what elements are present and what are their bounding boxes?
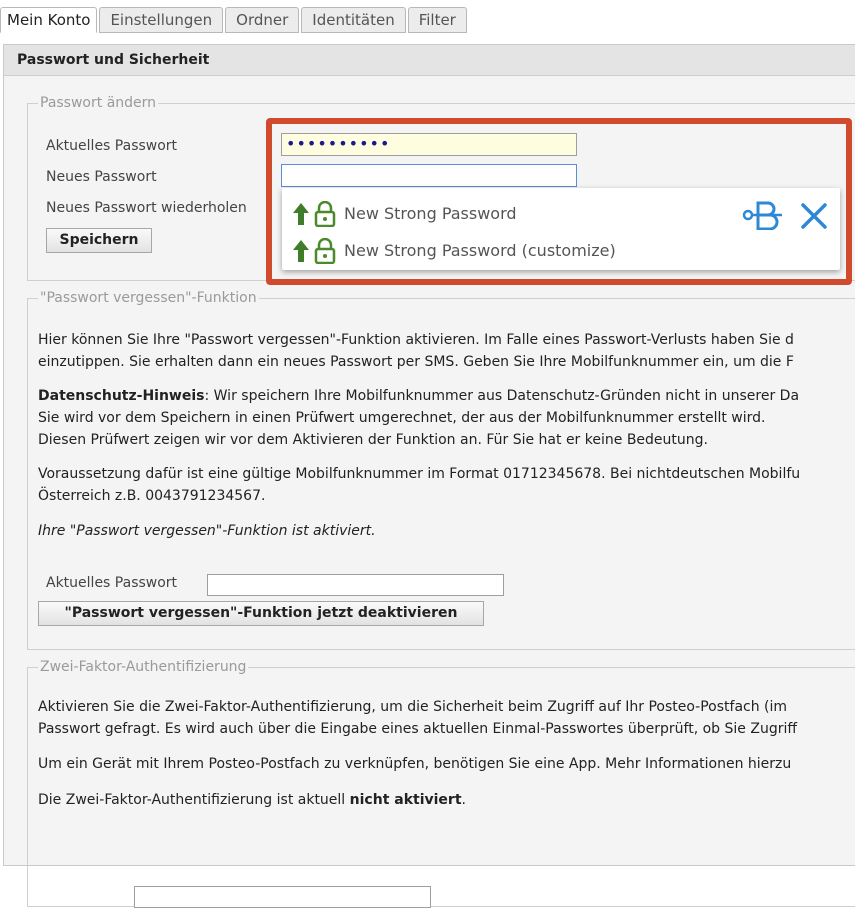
two-factor-intro-line1: Aktivieren Sie die Zwei-Faktor-Authentif… <box>38 699 788 715</box>
deactivate-forgot-rest: -Funktion jetzt deaktivieren <box>237 605 458 621</box>
forgot-intro-line1: Hier können Sie Ihre "Passwort vergessen… <box>38 332 794 348</box>
forgot-status-text: Ihre "Passwort vergessen"-Funktion ist a… <box>38 523 376 539</box>
suggest-strong-password-customize[interactable]: New Strong Password (customize) <box>282 232 722 269</box>
current-password-label: Aktuelles Passwort <box>46 138 178 154</box>
forgot-intro-line2: einzutippen. Sie erhalten dann ein neues… <box>38 354 794 370</box>
two-factor-status-value: nicht aktiviert <box>349 792 462 808</box>
forgot-current-password-input[interactable] <box>207 574 504 596</box>
tab-ordner[interactable]: Ordner <box>225 7 300 33</box>
repeat-password-label: Neues Passwort wiederholen <box>46 200 247 216</box>
privacy-note-text: : Wir speichern Ihre Mobilfunknummer aus… <box>204 388 800 404</box>
suggest-strong-password[interactable]: New Strong Password <box>282 195 722 232</box>
close-icon[interactable] <box>800 202 828 234</box>
forgot-password-legend: "Passwort vergessen"-Funktion <box>38 289 259 307</box>
new-password-label: Neues Passwort <box>46 169 157 185</box>
arrow-up-icon <box>292 239 310 263</box>
two-factor-status: Die Zwei-Faktor-Authentifizierung ist ak… <box>38 789 855 811</box>
tab-identitaeten[interactable]: Identitäten <box>301 7 406 33</box>
password-manager-logo-icon[interactable] <box>742 200 784 234</box>
arrow-up-icon <box>292 202 310 226</box>
two-factor-partial-field[interactable] <box>134 886 431 908</box>
privacy-note-title: Datenschutz-Hinweis <box>38 388 205 404</box>
lock-icon <box>314 200 336 227</box>
password-manager-popup: New Strong Password New Strong Password … <box>282 188 840 270</box>
tab-bar: Mein Konto Einstellungen Ordner Identitä… <box>0 7 469 33</box>
suggest-strong-password-customize-label: New Strong Password (customize) <box>344 241 616 260</box>
two-factor-intro-line2: Passwort gefragt. Es wird auch über die … <box>38 721 798 737</box>
privacy-note-line1: Datenschutz-Hinweis: Wir speichern Ihre … <box>38 385 855 407</box>
suggest-strong-password-label: New Strong Password <box>344 204 517 223</box>
requirement-line2: Österreich z.B. 0043791234567. <box>38 488 266 504</box>
requirement-line1: Voraussetzung dafür ist eine gültige Mob… <box>38 466 801 482</box>
tab-filter[interactable]: Filter <box>407 7 467 33</box>
tab-mein-konto[interactable]: Mein Konto <box>0 7 98 33</box>
save-button[interactable]: Speichern <box>46 228 152 253</box>
two-factor-status-post: . <box>461 792 466 808</box>
two-factor-status-pre: Die Zwei-Faktor-Authentifizierung ist ak… <box>38 792 350 808</box>
lock-icon <box>314 237 336 264</box>
privacy-note-line2: Sie wird vor dem Speichern in einen Prüf… <box>38 410 766 426</box>
forgot-current-password-label: Aktuelles Passwort <box>46 575 178 591</box>
change-password-legend: Passwort ändern <box>38 94 159 112</box>
two-factor-fieldset: Zwei-Faktor-Authentifizierung Aktivieren… <box>27 658 855 908</box>
privacy-note-line3: Diesen Prüfwert zeigen wir vor dem Aktiv… <box>38 432 708 448</box>
deactivate-forgot-button[interactable]: "Passwort vergessen"-Funktion jetzt deak… <box>38 601 484 626</box>
two-factor-legend: Zwei-Faktor-Authentifizierung <box>38 658 249 676</box>
forgot-password-fieldset: "Passwort vergessen"-Funktion Hier könne… <box>27 289 855 650</box>
deactivate-forgot-bold: "Passwort vergessen" <box>64 605 238 621</box>
tab-einstellungen[interactable]: Einstellungen <box>99 7 224 33</box>
two-factor-app-text: Um ein Gerät mit Ihrem Posteo-Postfach z… <box>38 756 792 772</box>
panel-title: Passwort und Sicherheit <box>4 45 855 76</box>
